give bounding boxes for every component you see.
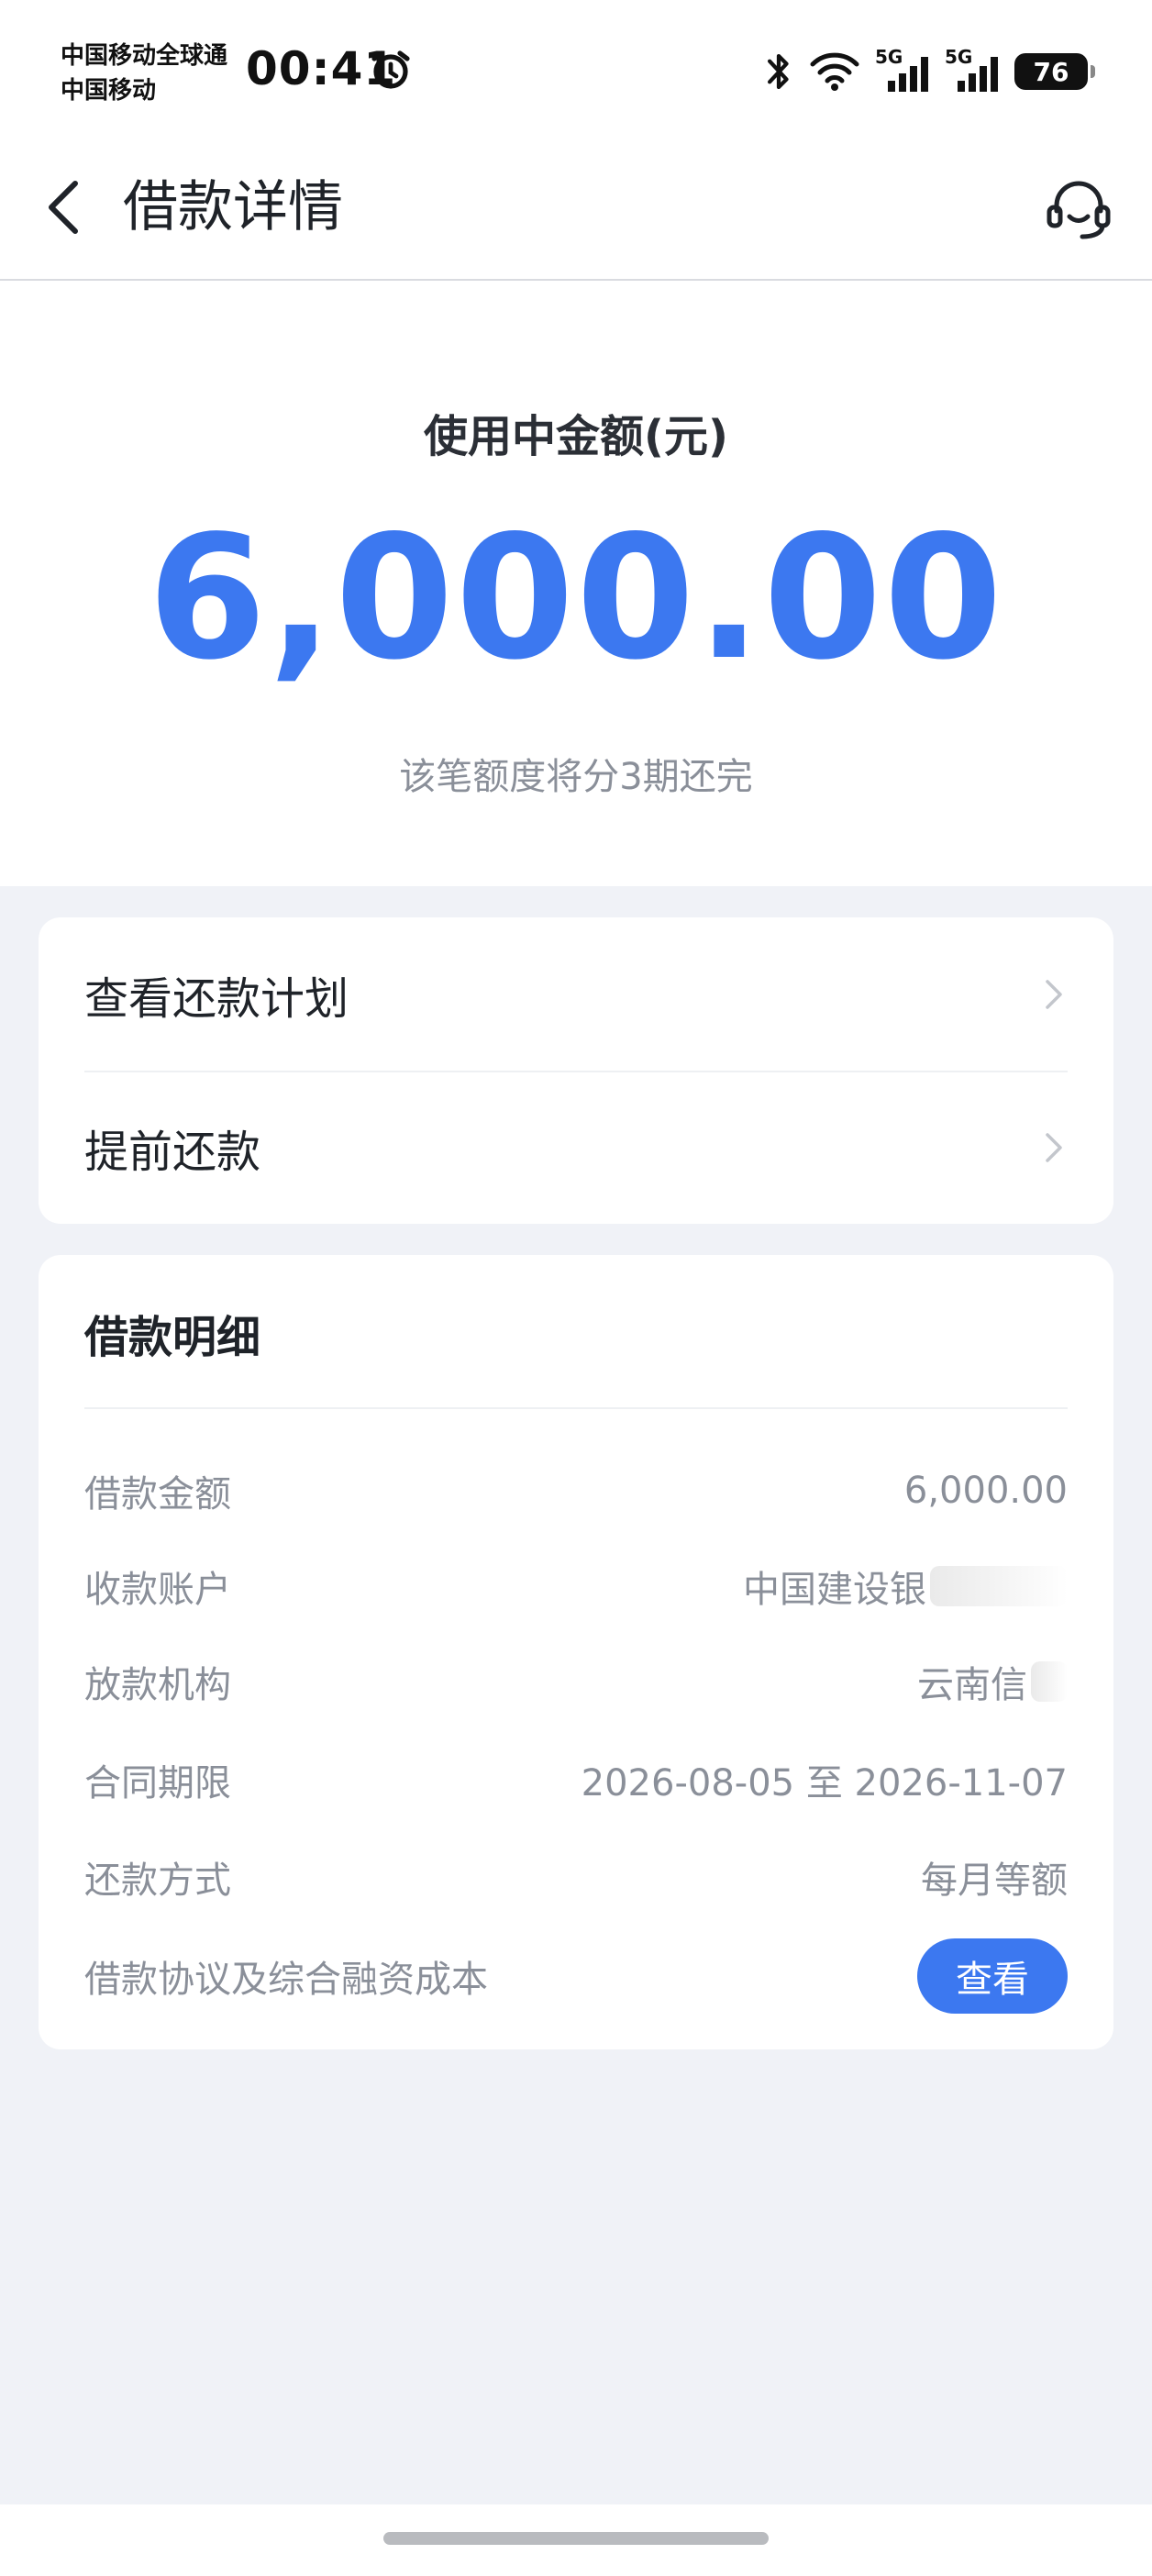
details-title: 借款明细	[84, 1312, 261, 1363]
redacted-mask	[1031, 1661, 1068, 1702]
chevron-right-icon	[1046, 979, 1062, 1009]
detail-row-term: 合同期限 2026-08-05 至 2026-11-07	[84, 1748, 1068, 1812]
wifi-icon	[810, 52, 859, 91]
loan-details-card: 借款明细 借款金额 6,000.00 收款账户 中国建设银 放款机构 云南信 合…	[39, 1255, 1113, 2049]
detail-row-account: 收款账户 中国建设银	[84, 1554, 1068, 1618]
detail-value: 6,000.00	[903, 1470, 1068, 1512]
view-agreement-button[interactable]: 查看	[917, 1938, 1068, 2014]
detail-label: 合同期限	[84, 1762, 231, 1804]
detail-value: 每月等额	[921, 1860, 1068, 1902]
nav-bar: 借款详情	[0, 138, 1152, 281]
page-title: 借款详情	[123, 175, 343, 239]
detail-label: 收款账户	[84, 1569, 231, 1611]
home-indicator[interactable]	[383, 2532, 769, 2545]
detail-label: 放款机构	[84, 1664, 231, 1706]
detail-label: 借款协议及综合融资成本	[84, 1959, 488, 2001]
carrier-line-1: 中国移动全球通	[61, 42, 228, 70]
chevron-left-icon[interactable]	[37, 171, 92, 244]
home-indicator-area	[0, 2504, 1152, 2576]
actions-card: 查看还款计划 提前还款	[39, 917, 1113, 1224]
divider	[84, 1407, 1068, 1409]
detail-value: 云南信	[917, 1664, 1027, 1706]
signal-icon-2: 5G	[945, 46, 1000, 94]
view-repayment-plan-label: 查看还款计划	[84, 972, 349, 1025]
status-bar: 中国移动全球通 中国移动 00:41 5G 5G 76	[0, 0, 1152, 138]
signal-icon: 5G	[875, 46, 930, 94]
system-icons: 5G 5G 76	[763, 46, 1095, 97]
detail-row-lender: 放款机构 云南信	[84, 1649, 1068, 1714]
customer-service-icon[interactable]	[1042, 171, 1115, 244]
signal-1-tag: 5G	[875, 46, 903, 68]
detail-label: 还款方式	[84, 1860, 231, 1902]
detail-value: 2026-08-05 至 2026-11-07	[581, 1762, 1068, 1804]
bluetooth-icon	[767, 53, 789, 90]
early-repayment-label: 提前还款	[84, 1126, 261, 1178]
detail-row-amount: 借款金额 6,000.00	[84, 1459, 1068, 1523]
chevron-right-icon	[1046, 1132, 1062, 1162]
amount-value: 6,000.00	[148, 498, 1004, 697]
early-repayment-row[interactable]: 提前还款	[84, 1071, 1068, 1224]
detail-row-agreement: 借款协议及综合融资成本 查看	[84, 1935, 1068, 2017]
detail-row-method: 还款方式 每月等额	[84, 1845, 1068, 1909]
installment-note: 该笔额度将分3期还完	[399, 756, 753, 798]
alarm-icon	[371, 50, 410, 89]
amount-summary: 使用中金额(元) 6,000.00 该笔额度将分3期还完	[0, 281, 1152, 886]
battery-level: 76	[1033, 56, 1069, 87]
redacted-mask	[930, 1566, 1068, 1606]
carrier-line-2: 中国移动	[61, 77, 157, 105]
detail-value: 中国建设银	[743, 1569, 926, 1611]
detail-label: 借款金额	[84, 1473, 231, 1516]
signal-2-tag: 5G	[945, 46, 973, 68]
lender-value-group: 云南信	[917, 1655, 1068, 1708]
battery-icon: 76	[1014, 53, 1095, 90]
account-value-group: 中国建设银	[743, 1560, 1068, 1613]
carrier-info: 中国移动全球通 中国移动	[61, 39, 227, 108]
amount-label: 使用中金额(元)	[424, 411, 728, 462]
loan-detail-page: 中国移动全球通 中国移动 00:41 5G 5G 76 借款详情 使用中金额(元…	[0, 0, 1152, 2576]
view-repayment-plan-row[interactable]: 查看还款计划	[84, 917, 1068, 1072]
